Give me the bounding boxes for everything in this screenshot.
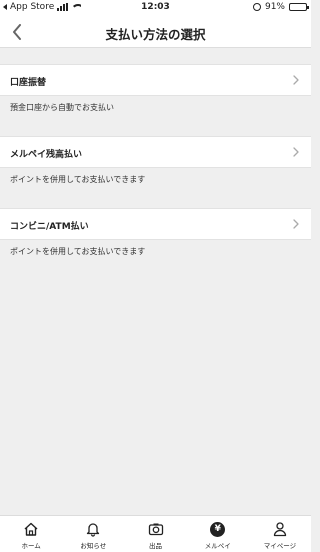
payment-method-list: 口座振替 預金口座から自動でお支払い メルペイ残高払い ポイントを併用してお支払… (0, 48, 311, 280)
camera-icon (147, 520, 165, 538)
person-icon (271, 520, 289, 538)
method-description-text: ポイントを併用してお支払いできます (10, 247, 146, 256)
tab-mypage[interactable]: マイページ (249, 516, 311, 552)
chevron-right-icon (293, 219, 299, 229)
status-right: 91% (252, 2, 309, 12)
tab-label: ホーム (21, 542, 41, 550)
tab-label: 出品 (149, 542, 162, 550)
tab-label: お知らせ (80, 542, 107, 550)
method-label: コンビニ/ATM払い (10, 222, 89, 232)
tab-label: メルペイ (204, 542, 231, 550)
battery-percent: 91% (264, 2, 285, 12)
navigation-bar: 支払い方法の選択 (0, 16, 311, 48)
status-bar: App Store 12:03 91% (0, 0, 311, 16)
chevron-right-icon (293, 75, 299, 85)
tab-notifications[interactable]: お知らせ (62, 516, 124, 552)
tab-label: マイページ (263, 542, 297, 550)
method-description: 預金口座から自動でお支払い (0, 96, 311, 136)
alarm-icon (252, 3, 261, 11)
tab-home[interactable]: ホーム (0, 516, 62, 552)
yen-icon: ¥ (209, 520, 227, 538)
home-icon (22, 520, 40, 538)
bell-icon (84, 520, 102, 538)
method-bank-transfer[interactable]: 口座振替 (0, 64, 311, 96)
tab-sell[interactable]: 出品 (124, 516, 186, 552)
tab-merpay[interactable]: ¥ メルペイ (187, 516, 249, 552)
yen-glyph: ¥ (210, 521, 226, 537)
method-description-text: ポイントを併用してお支払いできます (10, 175, 146, 184)
chevron-right-icon (293, 147, 299, 157)
method-label: 口座振替 (10, 78, 47, 88)
method-description: ポイントを併用してお支払いできます (0, 168, 311, 208)
tab-bar: ホーム お知らせ 出品 ¥ メルペイ マイページ (0, 515, 311, 552)
method-merpay-balance[interactable]: メルペイ残高払い (0, 136, 311, 168)
method-label: メルペイ残高払い (10, 150, 83, 160)
page-title: 支払い方法の選択 (105, 27, 206, 42)
method-description-text: 預金口座から自動でお支払い (10, 103, 114, 112)
method-convenience-atm[interactable]: コンビニ/ATM払い (0, 208, 311, 240)
battery-icon (289, 3, 309, 11)
method-description: ポイントを併用してお支払いできます (0, 240, 311, 280)
